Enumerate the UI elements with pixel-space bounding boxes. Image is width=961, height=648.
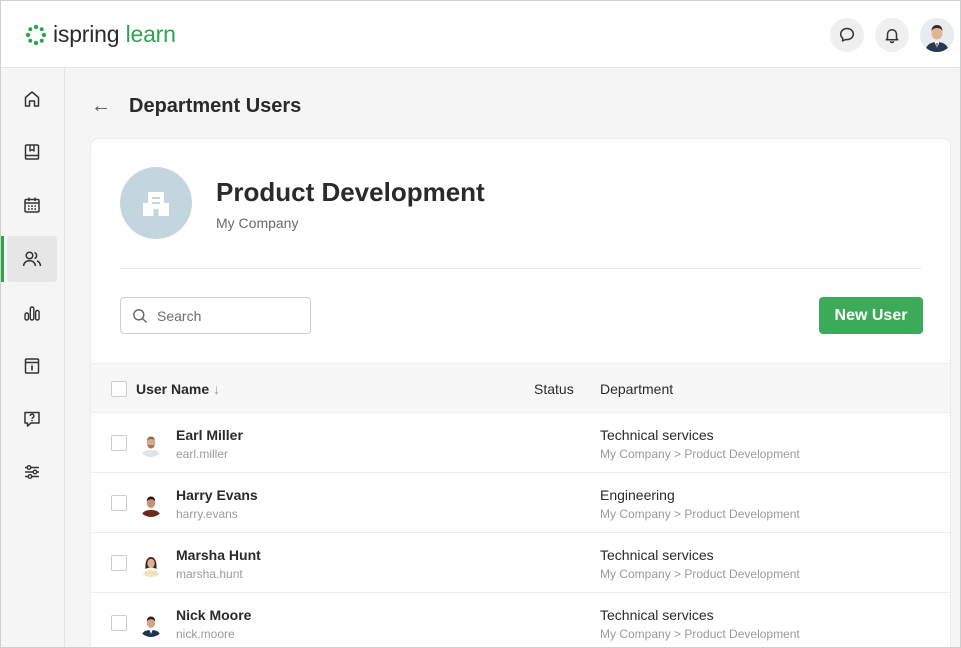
bell-icon (885, 28, 899, 44)
avatar-image (138, 491, 164, 517)
select-all-checkbox[interactable] (111, 381, 127, 397)
logo-word-learn: learn (125, 21, 176, 47)
app-window: ispring learn ← Department Users Product… (0, 0, 961, 648)
sidebar (1, 68, 65, 647)
top-bar: ispring learn (1, 1, 960, 68)
sidebar-item-help[interactable] (7, 396, 57, 442)
notifications-button[interactable] (875, 18, 909, 52)
user-login: marsha.hunt (176, 567, 243, 581)
row-checkbox[interactable] (111, 615, 127, 631)
active-indicator (1, 236, 4, 282)
column-status[interactable]: Status (534, 381, 574, 397)
sidebar-item-reports[interactable] (7, 290, 57, 336)
question-icon (24, 411, 40, 427)
logo-icon (25, 24, 47, 45)
chart-icon (24, 306, 40, 321)
user-department: Technical services (600, 547, 714, 563)
sort-down-icon: ↓ (213, 381, 221, 397)
sidebar-item-settings[interactable] (7, 449, 57, 495)
user-name[interactable]: Harry Evans (176, 487, 258, 503)
department-path: My Company > Product Development (600, 627, 800, 641)
page-title: Department Users (129, 95, 302, 117)
users-icon (22, 251, 42, 267)
department-name: Product Development (216, 177, 485, 207)
avatar (138, 551, 164, 577)
column-user-name-label: User Name (136, 381, 210, 397)
user-department: Technical services (600, 607, 714, 623)
logo[interactable]: ispring learn (25, 21, 176, 48)
department-path: My Company > Product Development (600, 567, 800, 581)
avatar-image (138, 611, 164, 637)
table-header: User Name ↓ Status Department (91, 363, 950, 413)
calendar-icon (24, 197, 40, 213)
user-department: Technical services (600, 427, 714, 443)
sidebar-item-library[interactable] (7, 129, 57, 175)
table-row[interactable]: Marsha Hunt marsha.hunt Technical servic… (91, 533, 950, 593)
avatar-image (138, 431, 164, 457)
avatar (138, 611, 164, 637)
home-icon (24, 91, 40, 107)
back-arrow-icon[interactable]: ← (91, 95, 115, 118)
user-name[interactable]: Marsha Hunt (176, 547, 261, 563)
row-checkbox[interactable] (111, 555, 127, 571)
search-box[interactable] (120, 297, 311, 334)
book-icon (24, 144, 40, 160)
avatar-image (920, 18, 954, 52)
building-icon (143, 192, 169, 216)
avatar-image (138, 551, 164, 577)
column-user-name[interactable]: User Name ↓ (136, 381, 220, 397)
column-department[interactable]: Department (600, 381, 673, 397)
avatar (138, 491, 164, 517)
table-row[interactable]: Harry Evans harry.evans Engineering My C… (91, 473, 950, 533)
user-login: nick.moore (176, 627, 235, 641)
logo-text: ispring learn (53, 21, 176, 48)
user-avatar[interactable] (920, 18, 954, 52)
user-name[interactable]: Earl Miller (176, 427, 243, 443)
department-path: My Company > Product Development (600, 447, 800, 461)
row-checkbox[interactable] (111, 495, 127, 511)
department-card: Product Development My Company New User … (90, 138, 951, 647)
user-login: harry.evans (176, 507, 238, 521)
avatar (138, 431, 164, 457)
department-company: My Company (216, 215, 299, 231)
chat-button[interactable] (830, 18, 864, 52)
sidebar-item-calendar[interactable] (7, 182, 57, 228)
sidebar-item-info[interactable] (7, 343, 57, 389)
chat-icon (839, 27, 855, 42)
table-row[interactable]: Nick Moore nick.moore Technical services… (91, 593, 950, 647)
user-login: earl.miller (176, 447, 229, 461)
new-user-button[interactable]: New User (819, 297, 923, 334)
info-icon (24, 358, 40, 374)
sidebar-item-home[interactable] (7, 76, 57, 122)
search-icon (133, 308, 147, 323)
department-path: My Company > Product Development (600, 507, 800, 521)
user-name[interactable]: Nick Moore (176, 607, 251, 623)
page-header: ← Department Users (91, 95, 301, 118)
search-input[interactable] (157, 307, 297, 324)
divider (120, 268, 922, 269)
sidebar-item-users[interactable] (7, 236, 57, 282)
table-row[interactable]: Earl Miller earl.miller Technical servic… (91, 413, 950, 473)
user-department: Engineering (600, 487, 675, 503)
department-avatar (120, 167, 192, 239)
settings-sliders-icon (25, 465, 39, 479)
row-checkbox[interactable] (111, 435, 127, 451)
logo-word-ispring: ispring (53, 21, 120, 47)
